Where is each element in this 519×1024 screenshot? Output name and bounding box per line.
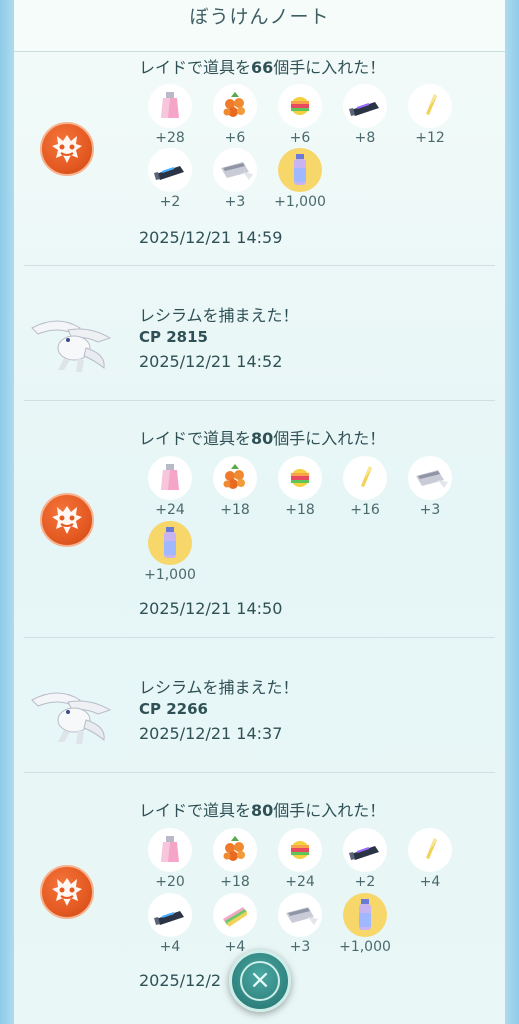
item-technical-machine: +8: [337, 84, 393, 146]
razz-berry-icon: [223, 464, 245, 489]
reshiram-icon: [31, 692, 112, 744]
item-razz-berry: +18: [207, 828, 263, 890]
item-potion: +24: [142, 456, 198, 518]
stardust-bottle-icon: [294, 154, 306, 185]
item-raid-pass: +3: [402, 456, 458, 518]
technical-machine-icon: [349, 846, 379, 860]
journal-entry-catch[interactable]: レシラムを捕まえた！ CP 2266 2025/12/21 14:37: [14, 638, 505, 772]
item-stardust: +1,000: [337, 893, 393, 955]
entry-date: 2025/12/21 14:37: [139, 724, 283, 743]
item-stardust: +1,000: [142, 521, 198, 583]
golden-razz-feather-icon: [426, 94, 437, 115]
item-technical-machine: +4: [142, 893, 198, 955]
potion-icon: [161, 92, 179, 118]
entry-date: 2025/12/21 14:59: [139, 228, 283, 247]
rare-candy-icon: [291, 97, 309, 115]
item-razz-berry: +18: [207, 456, 263, 518]
potion-icon: [161, 464, 179, 490]
razz-berry-icon: [223, 92, 245, 117]
item-rare-candy: +24: [272, 828, 328, 890]
item-raid-pass: +3: [272, 893, 328, 955]
item-razz-berry: +6: [207, 84, 263, 146]
item-poffin: +4: [207, 893, 263, 955]
entry-title: レイドで道具を66個手に入れた！: [139, 58, 386, 77]
entry-date: 2025/12/21 14:52: [139, 352, 283, 371]
journal-entry-raid[interactable]: レイドで道具を80個手に入れた！ +24 +18 +18 +16 +3 +1,0…: [14, 401, 505, 637]
item-rare-candy: +18: [272, 456, 328, 518]
raid-badge-icon: [40, 122, 94, 176]
razz-berry-icon: [223, 836, 245, 861]
close-icon: ×: [249, 965, 271, 995]
golden-razz-feather-icon: [426, 838, 437, 859]
technical-machine-icon: [349, 102, 379, 116]
entry-title: レイドで道具を80個手に入れた！: [139, 429, 386, 448]
stardust-bottle-icon: [164, 527, 176, 558]
journal-sheet: ぼうけんノート レイドで道具を66個手に入れた！ +28 +6 +6 +8 +1…: [14, 0, 505, 1024]
reshiram-icon: [31, 320, 112, 372]
poffin-icon: [223, 907, 247, 927]
rare-candy-icon: [291, 841, 309, 859]
stardust-bottle-icon: [359, 899, 371, 930]
entry-title: レイドで道具を80個手に入れた！: [139, 801, 386, 820]
raid-badge-icon: [40, 865, 94, 919]
rare-candy-icon: [291, 469, 309, 487]
item-stardust: +1,000: [272, 148, 328, 210]
raid-pass-icon: [286, 907, 318, 925]
entry-title: レシラムを捕まえた！: [139, 306, 299, 325]
item-rare-candy: +6: [272, 84, 328, 146]
item-golden-feather: +12: [402, 84, 458, 146]
entry-date: 2025/12/21 14:50: [139, 599, 283, 618]
technical-machine-icon: [154, 911, 184, 925]
header: ぼうけんノート: [14, 0, 505, 52]
cp-value: CP 2815: [139, 328, 208, 346]
entry-title: レシラムを捕まえた！: [139, 678, 299, 697]
journal-entry-raid[interactable]: レイドで道具を66個手に入れた！ +28 +6 +6 +8 +12 +2 +3 …: [14, 52, 505, 266]
raid-pass-icon: [221, 162, 253, 180]
close-button[interactable]: ×: [229, 950, 291, 1012]
item-potion: +20: [142, 828, 198, 890]
entry-date: 2025/12/2: [139, 971, 222, 990]
page-title: ぼうけんノート: [189, 6, 330, 28]
item-golden-feather: +4: [402, 828, 458, 890]
raid-pass-icon: [416, 470, 448, 488]
technical-machine-icon: [154, 166, 184, 180]
item-technical-machine: +2: [337, 828, 393, 890]
item-golden-feather: +16: [337, 456, 393, 518]
item-raid-pass: +3: [207, 148, 263, 210]
item-technical-machine: +2: [142, 148, 198, 210]
potion-icon: [161, 836, 179, 862]
raid-badge-icon: [40, 493, 94, 547]
item-potion: +28: [142, 84, 198, 146]
cp-value: CP 2266: [139, 700, 208, 718]
journal-entry-catch[interactable]: レシラムを捕まえた！ CP 2815 2025/12/21 14:52: [14, 266, 505, 400]
golden-razz-feather-icon: [361, 466, 372, 487]
